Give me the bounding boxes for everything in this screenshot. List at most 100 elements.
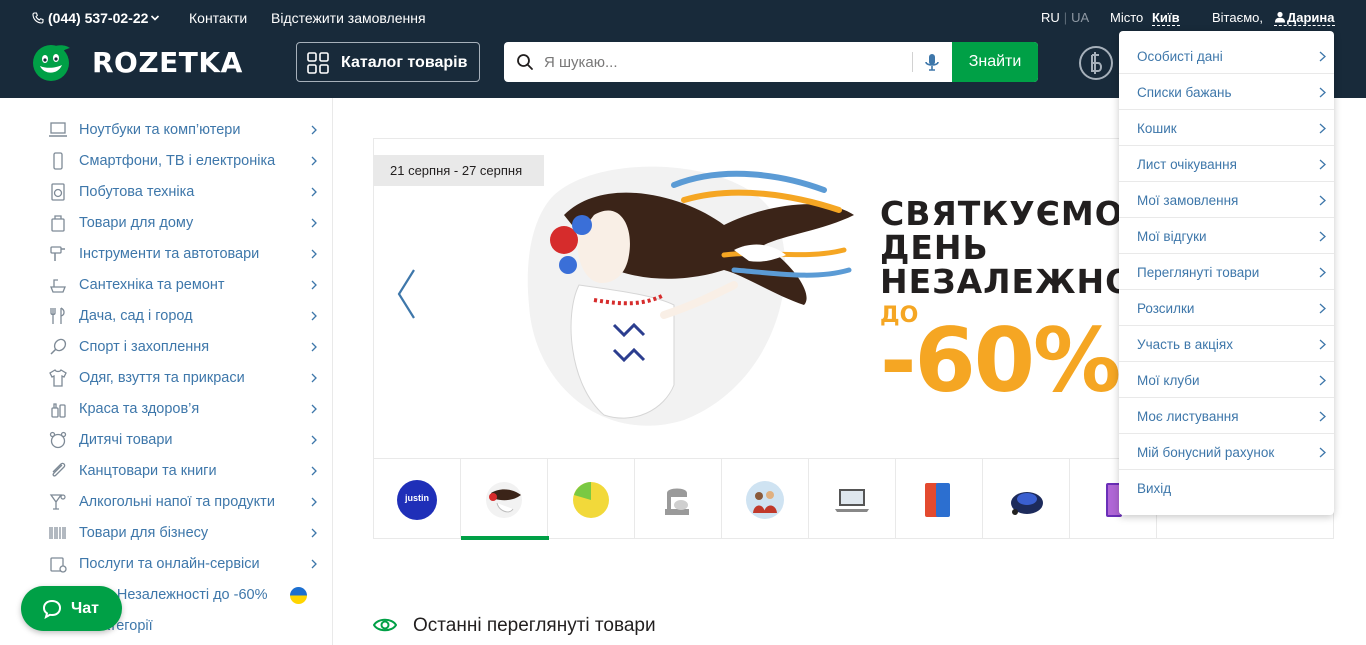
category-item[interactable]: Алкогольні напої та продукти <box>48 486 320 517</box>
independence-day-illustration <box>527 166 854 426</box>
menu-item-waitlist[interactable]: Лист очікування <box>1119 146 1334 182</box>
catalog-button[interactable]: Каталог товарів <box>296 42 480 82</box>
city-selector[interactable]: Київ <box>1152 10 1180 26</box>
category-item[interactable]: Дитячі товари <box>48 424 320 455</box>
grid-icon <box>307 52 329 74</box>
lang-ru[interactable]: RU <box>1041 10 1060 25</box>
services-icon <box>50 557 67 573</box>
menu-item-personal-data[interactable]: Особисті дані <box>1119 38 1334 74</box>
chat-bubble-icon <box>42 599 62 619</box>
svg-text:justin: justin <box>404 493 429 503</box>
logo-text: ROZETKA <box>92 46 243 79</box>
chevron-right-icon <box>311 125 317 135</box>
track-order-link[interactable]: Відстежити замовлення <box>271 10 426 26</box>
banner-thumb[interactable] <box>722 459 809 539</box>
chevron-right-icon <box>311 187 317 197</box>
chevron-right-icon <box>311 404 317 414</box>
bonus-coin-icon[interactable] <box>1078 45 1114 81</box>
category-sidebar: Ноутбуки та комп’ютери Смартфони, ТВ і е… <box>0 98 333 645</box>
banner-thumb[interactable] <box>548 459 635 539</box>
category-item[interactable]: Інструменти та автотовари <box>48 238 320 269</box>
category-item[interactable]: Ноутбуки та комп’ютери <box>48 114 320 145</box>
category-item[interactable]: Спорт і захоплення <box>48 331 320 362</box>
menu-item-wishlists[interactable]: Списки бажань <box>1119 74 1334 110</box>
category-item[interactable]: Товари для дому <box>48 207 320 238</box>
promo-date-tag: 21 серпня - 27 серпня <box>374 155 544 186</box>
chevron-right-icon <box>311 218 317 228</box>
eye-icon <box>373 618 397 632</box>
phone-dropdown[interactable]: (044) 537-02-22 <box>32 10 160 26</box>
menu-item-bonus-account[interactable]: Мій бонусний рахунок <box>1119 434 1334 470</box>
banner-thumb-active[interactable] <box>461 459 549 540</box>
chevron-right-icon <box>311 156 317 166</box>
search-divider <box>912 52 913 72</box>
garden-icon <box>50 307 65 324</box>
category-item[interactable]: Смартфони, ТВ і електроніка <box>48 145 320 176</box>
greeting-text: Вітаємо, <box>1212 10 1264 25</box>
menu-item-orders[interactable]: Мої замовлення <box>1119 182 1334 218</box>
chevron-right-icon <box>311 311 317 321</box>
banner-thumb[interactable] <box>983 459 1070 539</box>
chevron-right-icon <box>311 435 317 445</box>
phone-number: (044) 537-02-22 <box>48 10 149 26</box>
chevron-right-icon <box>311 373 317 383</box>
search-submit-button[interactable]: Знайти <box>952 42 1038 82</box>
stationery-icon <box>52 462 66 477</box>
mixer-thumb-icon <box>665 488 689 515</box>
chat-button[interactable]: Чат <box>21 586 122 631</box>
microphone-icon[interactable] <box>922 52 942 72</box>
search-icon <box>517 54 533 70</box>
rozetka-smile-icon <box>33 45 70 81</box>
chevron-right-icon <box>311 466 317 476</box>
category-item[interactable]: Послуги та онлайн-сервіси <box>48 548 320 579</box>
search-bar: Знайти <box>504 42 1038 82</box>
menu-item-clubs[interactable]: Мої клуби <box>1119 362 1334 398</box>
chevron-right-icon <box>311 249 317 259</box>
banner-thumb[interactable] <box>635 459 722 539</box>
family-thumb-icon <box>746 481 784 519</box>
category-item[interactable]: Канцтовари та книги <box>48 455 320 486</box>
chevron-right-icon <box>1319 303 1326 314</box>
banner-thumb[interactable] <box>809 459 896 539</box>
washing-machine-icon <box>51 183 65 201</box>
contacts-link[interactable]: Контакти <box>189 10 247 26</box>
category-item[interactable]: Одяг, взуття та прикраси <box>48 362 320 393</box>
lang-ua[interactable]: UA <box>1071 10 1089 25</box>
menu-item-promotions[interactable]: Участь в акціях <box>1119 326 1334 362</box>
category-item[interactable]: Товари для бізнесу <box>48 517 320 548</box>
user-account-link[interactable]: Дарина <box>1274 10 1335 26</box>
chevron-right-icon <box>1319 267 1326 278</box>
plumbing-icon <box>50 279 66 293</box>
chevron-right-icon <box>1319 195 1326 206</box>
chevron-left-icon[interactable] <box>394 267 418 321</box>
menu-item-viewed[interactable]: Переглянуті товари <box>1119 254 1334 290</box>
justin-delivery-thumb-icon: justin <box>397 480 437 520</box>
banner-thumb[interactable]: justin <box>374 459 461 539</box>
chevron-right-icon <box>1319 51 1326 62</box>
category-item[interactable]: Сантехніка та ремонт <box>48 269 320 300</box>
category-item[interactable]: Побутова техніка <box>48 176 320 207</box>
vacuum-thumb-icon <box>1011 492 1043 515</box>
chevron-right-icon <box>311 528 317 538</box>
independence-day-thumb-icon <box>486 482 522 518</box>
menu-item-messages[interactable]: Моє листування <box>1119 398 1334 434</box>
chevron-right-icon <box>1319 159 1326 170</box>
chevron-right-icon <box>1319 339 1326 350</box>
ukraine-flag-icon <box>290 587 307 604</box>
menu-item-reviews[interactable]: Мої відгуки <box>1119 218 1334 254</box>
header-top-row: (044) 537-02-22 Контакти Відстежити замо… <box>0 0 1366 34</box>
chevron-right-icon <box>311 559 317 569</box>
category-item[interactable]: Дача, сад і город <box>48 300 320 331</box>
category-item[interactable]: Краса та здоров’я <box>48 393 320 424</box>
menu-item-newsletters[interactable]: Розсилки <box>1119 290 1334 326</box>
menu-item-logout[interactable]: Вихід <box>1119 470 1334 506</box>
laptop-icon <box>49 122 67 137</box>
sport-icon <box>50 338 67 355</box>
menu-item-cart[interactable]: Кошик <box>1119 110 1334 146</box>
chevron-down-icon <box>151 15 160 21</box>
beauty-icon <box>51 403 66 418</box>
search-input[interactable] <box>544 42 904 82</box>
chevron-right-icon <box>311 280 317 290</box>
laptop-thumb-icon <box>835 489 869 512</box>
banner-thumb[interactable] <box>896 459 983 539</box>
